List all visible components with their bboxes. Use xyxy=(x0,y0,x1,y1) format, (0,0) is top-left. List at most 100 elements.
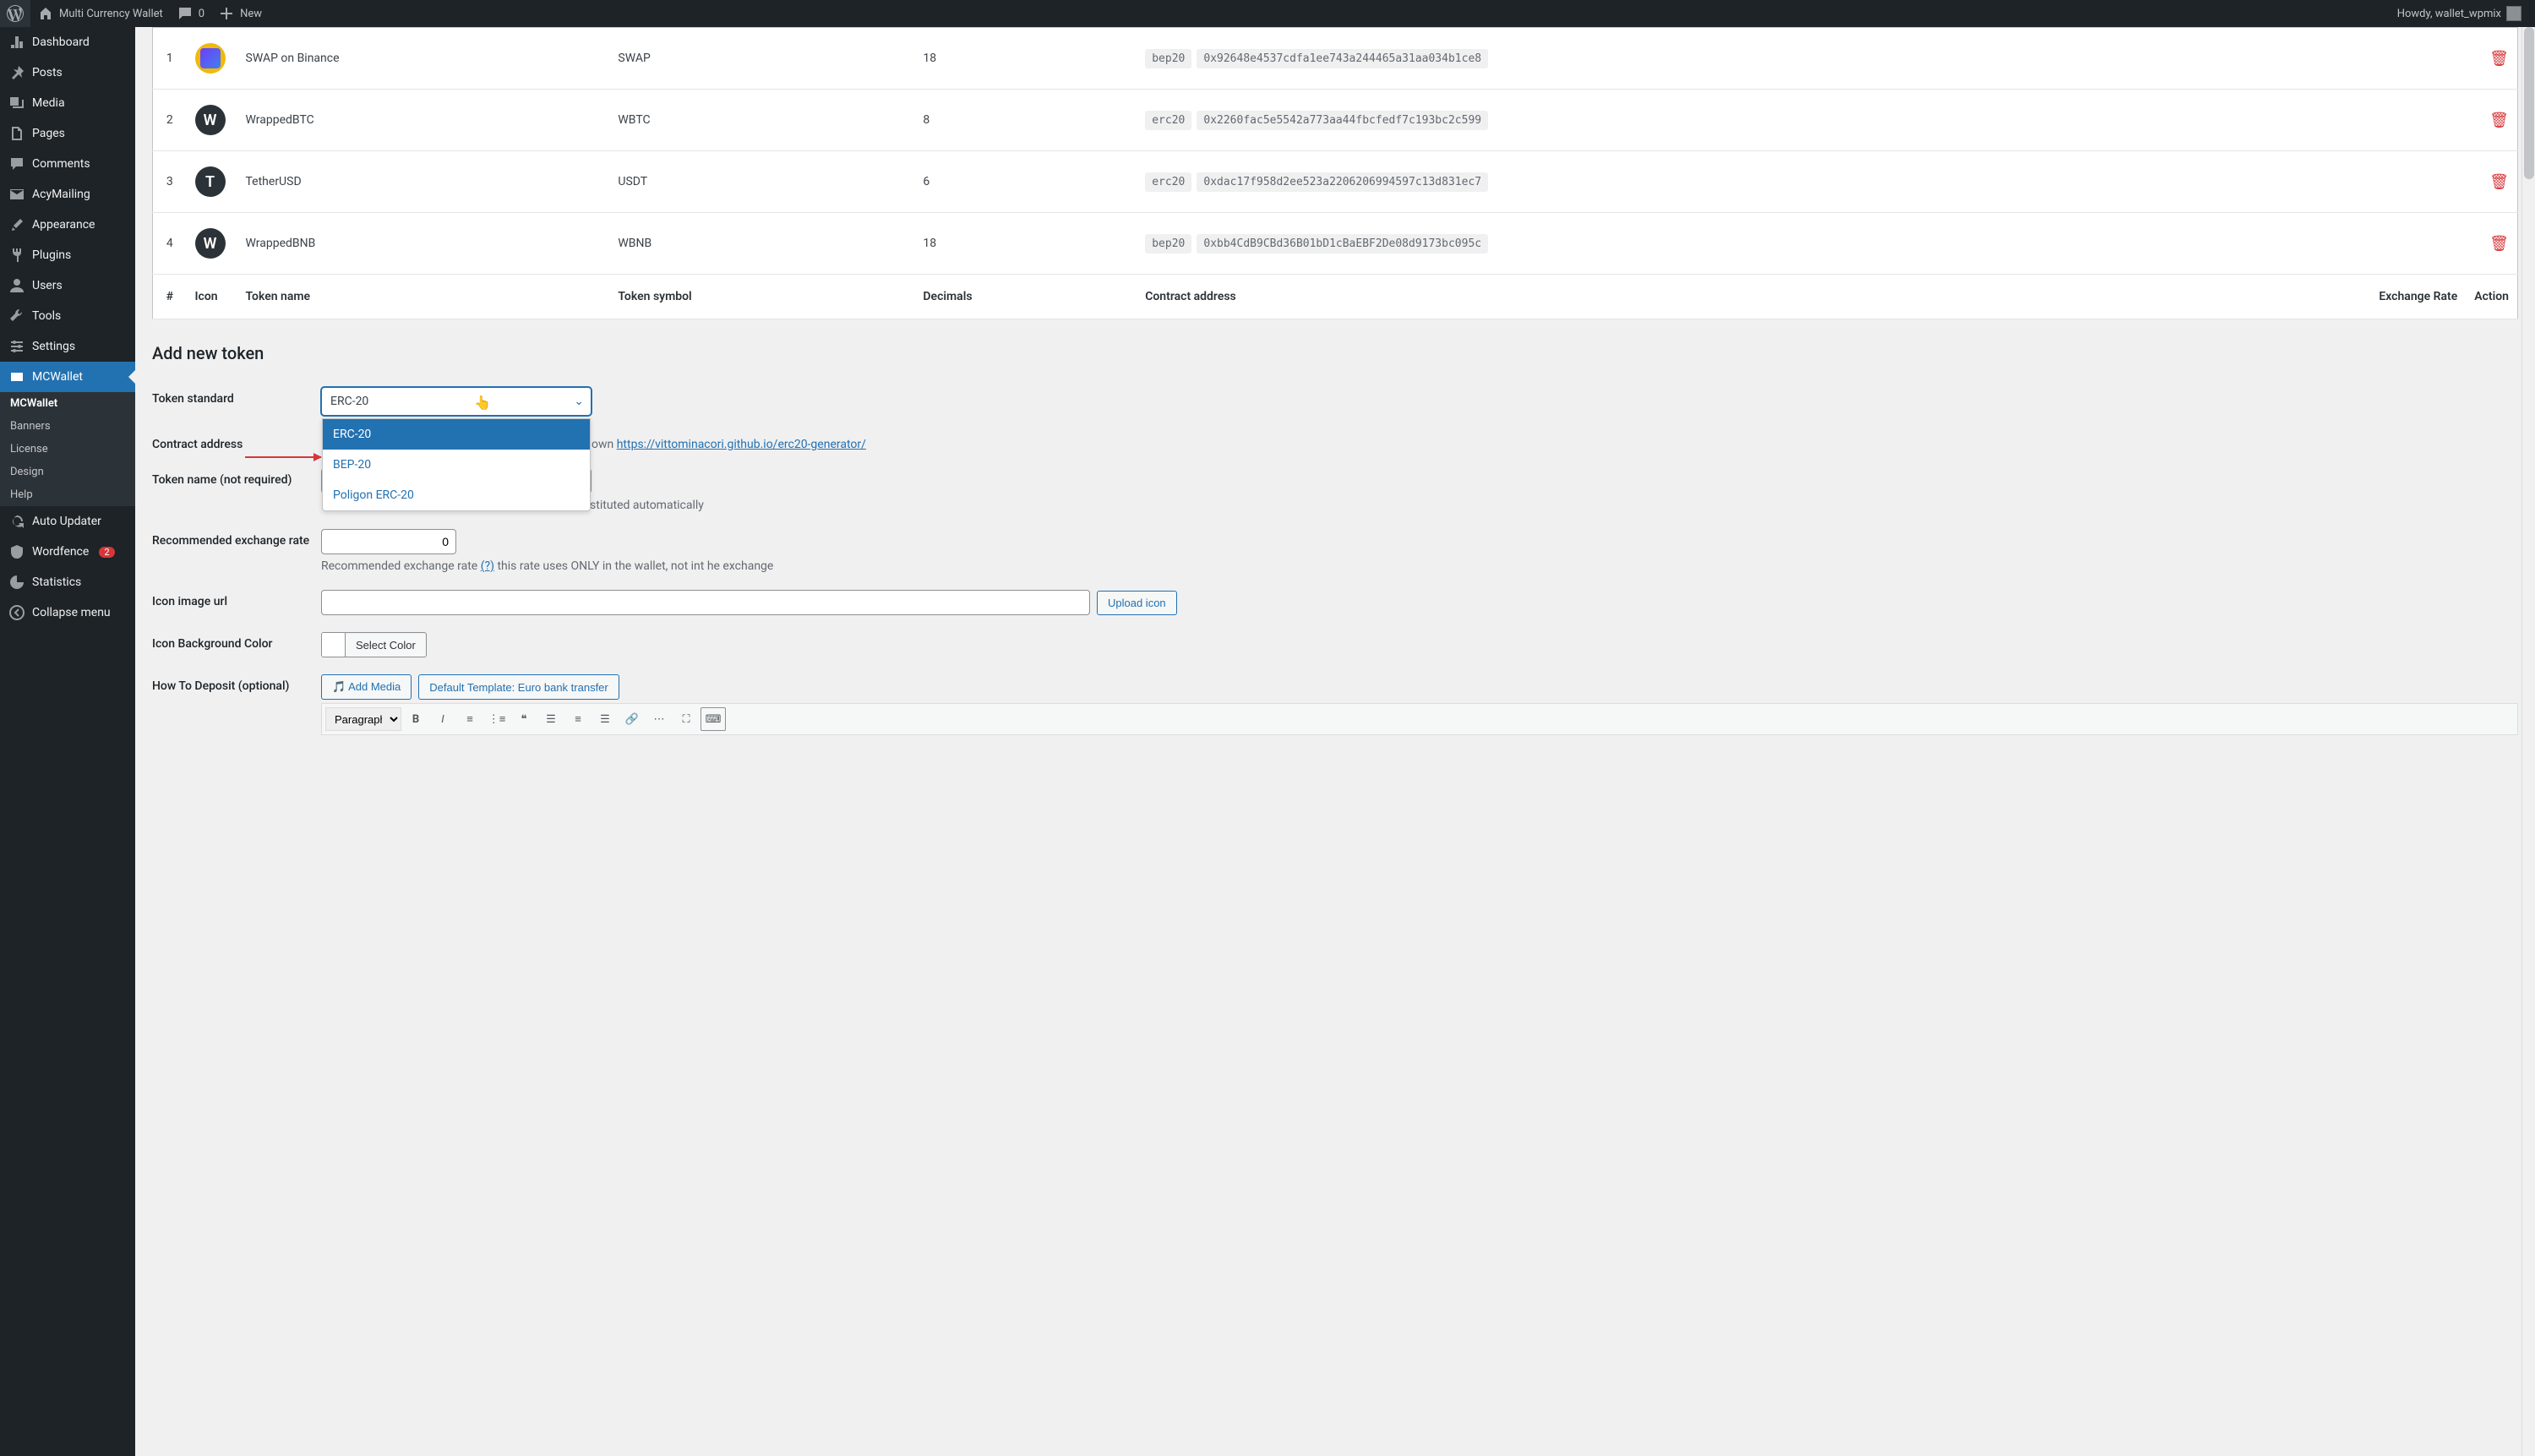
rate-cell xyxy=(2347,90,2466,151)
align-center-button[interactable]: ≡ xyxy=(565,707,591,731)
submenu-item-mcwallet[interactable]: MCWallet xyxy=(0,392,135,415)
sidebar-item-media[interactable]: Media xyxy=(0,88,135,118)
sidebar-item-pages[interactable]: Pages xyxy=(0,118,135,149)
rate-cell xyxy=(2347,151,2466,213)
editor-format-toolbar: Paragraph B I ≡ ⋮≡ ❝ ☰ ≡ ☰ 🔗 ⋯ ⛶ ⌨ xyxy=(321,703,2518,735)
token-icon xyxy=(195,43,226,74)
italic-button[interactable]: I xyxy=(430,707,455,731)
trash-icon[interactable]: 🗑 xyxy=(2489,112,2509,129)
submenu-item-design[interactable]: Design xyxy=(0,461,135,483)
more-button[interactable]: ⋯ xyxy=(646,707,672,731)
comments-count: 0 xyxy=(199,8,204,20)
row-num: 1 xyxy=(153,28,187,90)
token-name: TetherUSD xyxy=(237,151,610,213)
submenu-item-help[interactable]: Help xyxy=(0,483,135,506)
blockquote-button[interactable]: ❝ xyxy=(511,707,537,731)
keyboard-button[interactable]: ⌨ xyxy=(701,707,726,731)
token-standard-select[interactable]: ERC-20 ⌄ 👆 ERC-20 BEP-20 Poligon ERC-20 xyxy=(321,387,592,416)
sidebar-item-posts[interactable]: Posts xyxy=(0,57,135,88)
sidebar-item-dashboard[interactable]: Dashboard xyxy=(0,27,135,57)
sidebar-item-wordfence[interactable]: Wordfence2 xyxy=(0,537,135,567)
option-erc20[interactable]: ERC-20 xyxy=(323,419,590,450)
trash-icon[interactable]: 🗑 xyxy=(2489,173,2509,191)
comments-link[interactable]: 0 xyxy=(170,0,211,27)
wp-logo[interactable] xyxy=(0,0,30,27)
bold-button[interactable]: B xyxy=(403,707,428,731)
main-content: 1SWAP on BinanceSWAP18bep200x92648e4537c… xyxy=(135,27,2535,1456)
address-badge: 0x2260fac5e5542a773aa44fbcfedf7c193bc2c5… xyxy=(1197,111,1488,130)
wrench-icon xyxy=(8,308,25,324)
label-contract-address: Contract address xyxy=(152,433,321,451)
token-symbol: SWAP xyxy=(609,28,914,90)
sidebar-item-settings[interactable]: Settings xyxy=(0,331,135,362)
token-name: SWAP on Binance xyxy=(237,28,610,90)
sidebar-item-comments[interactable]: Comments xyxy=(0,149,135,179)
rate-help-link[interactable]: (?) xyxy=(481,559,494,573)
admin-bar: Multi Currency Wallet 0 New Howdy, walle… xyxy=(0,0,2535,27)
color-picker[interactable]: Select Color xyxy=(321,632,427,657)
exchange-rate-input[interactable] xyxy=(321,529,456,554)
chart-icon xyxy=(8,574,25,591)
bullet-list-button[interactable]: ≡ xyxy=(457,707,482,731)
icon-url-input[interactable] xyxy=(321,590,1090,615)
wallet-icon xyxy=(8,368,25,385)
new-label: New xyxy=(240,8,262,20)
default-template-button[interactable]: Default Template: Euro bank transfer xyxy=(418,674,619,700)
update-icon xyxy=(8,513,25,530)
link-button[interactable]: 🔗 xyxy=(619,707,645,731)
th-symbol: Token symbol xyxy=(609,275,914,319)
submenu-item-banners[interactable]: Banners xyxy=(0,415,135,438)
scrollbar-thumb[interactable] xyxy=(2524,27,2534,179)
th-action: Action xyxy=(2466,275,2517,319)
address-badge: 0x92648e4537cdfa1ee743a244465a31aa034b1c… xyxy=(1197,49,1488,68)
fullscreen-button[interactable]: ⛶ xyxy=(673,707,699,731)
sidebar-item-collapse-menu[interactable]: Collapse menu xyxy=(0,597,135,628)
trash-icon[interactable]: 🗑 xyxy=(2489,50,2509,68)
sidebar-item-statistics[interactable]: Statistics xyxy=(0,567,135,597)
sidebar-label: Users xyxy=(32,279,63,292)
number-list-button[interactable]: ⋮≡ xyxy=(484,707,510,731)
sidebar-item-acymailing[interactable]: AcyMailing xyxy=(0,179,135,210)
upload-icon-button[interactable]: Upload icon xyxy=(1097,591,1177,615)
dashboard-icon xyxy=(8,34,25,51)
sidebar-label: Media xyxy=(32,96,65,110)
th-decimals: Decimals xyxy=(914,275,1137,319)
scrollbar[interactable] xyxy=(2521,27,2535,1456)
trash-icon[interactable]: 🗑 xyxy=(2489,235,2509,253)
select-color-button[interactable]: Select Color xyxy=(346,634,426,657)
howdy-link[interactable]: Howdy, wallet_wpmix xyxy=(2391,0,2528,27)
chain-badge: erc20 xyxy=(1145,111,1191,130)
table-row: 3TTetherUSDUSDT6erc200xdac17f958d2ee523a… xyxy=(153,151,2518,213)
sidebar-item-appearance[interactable]: Appearance xyxy=(0,210,135,240)
submenu-item-license[interactable]: License xyxy=(0,438,135,461)
th-address: Contract address xyxy=(1137,275,2347,319)
label-token-standard: Token standard xyxy=(152,387,321,406)
option-poligon[interactable]: Poligon ERC-20 xyxy=(323,480,590,510)
token-symbol: USDT xyxy=(609,151,914,213)
brush-icon xyxy=(8,216,25,233)
sidebar-label: Statistics xyxy=(32,575,81,589)
erc20-generator-link[interactable]: https://vittominacori.github.io/erc20-ge… xyxy=(617,438,866,451)
sliders-icon xyxy=(8,338,25,355)
cursor-icon: 👆 xyxy=(474,395,491,411)
label-how-to-deposit: How To Deposit (optional) xyxy=(152,674,321,693)
sidebar-label: Tools xyxy=(32,309,61,323)
add-media-button[interactable]: 🎵 Add Media xyxy=(321,674,412,700)
site-name-link[interactable]: Multi Currency Wallet xyxy=(30,0,170,27)
token-table: 1SWAP on BinanceSWAP18bep200x92648e4537c… xyxy=(152,27,2518,319)
media-icon xyxy=(8,95,25,112)
new-content-link[interactable]: New xyxy=(211,0,269,27)
sidebar-item-plugins[interactable]: Plugins xyxy=(0,240,135,270)
sidebar-item-tools[interactable]: Tools xyxy=(0,301,135,331)
option-bep20[interactable]: BEP-20 xyxy=(323,450,590,480)
sidebar-item-users[interactable]: Users xyxy=(0,270,135,301)
format-select[interactable]: Paragraph xyxy=(325,707,401,731)
sidebar-item-auto-updater[interactable]: Auto Updater xyxy=(0,506,135,537)
sidebar-item-mcwallet[interactable]: MCWallet xyxy=(0,362,135,392)
align-left-button[interactable]: ☰ xyxy=(538,707,564,731)
th-icon: Icon xyxy=(187,275,237,319)
align-right-button[interactable]: ☰ xyxy=(592,707,618,731)
sidebar-label: MCWallet xyxy=(32,370,83,384)
token-standard-value: ERC-20 xyxy=(330,395,368,408)
th-rate: Exchange Rate xyxy=(2347,275,2466,319)
